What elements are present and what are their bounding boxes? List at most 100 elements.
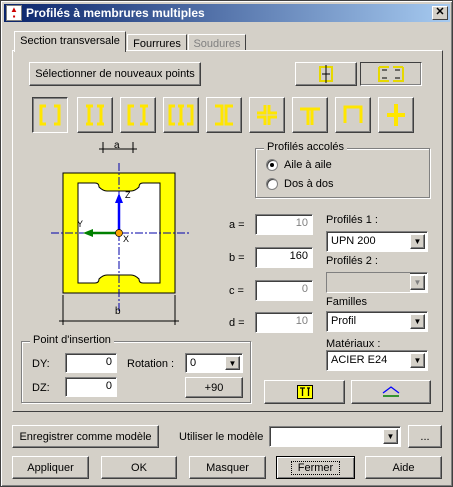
shape-cross-angles-button[interactable] [249,97,285,133]
materiaux-label: Matériaux : [326,338,381,350]
tab-label: Section transversale [20,35,120,47]
rotation-label: Rotation : [127,358,175,370]
dim-a-field[interactable]: 10 [255,214,313,235]
chevron-down-icon[interactable]: ▼ [410,353,425,368]
profils1-label: Profilés 1 : [326,214,378,226]
tab-panel: Sélectionner de nouveaux points a b Z Y … [12,50,443,412]
tab-fourrures[interactable]: Fourrures [127,34,187,50]
dim-b-field-label: b = [229,252,245,264]
shape-channel-i-channel-button[interactable] [163,97,199,133]
tab-section-transversale[interactable]: Section transversale [14,31,126,52]
i-beams-icon [86,104,104,126]
radio-dos-a-dos[interactable] [266,178,278,190]
profils1-select[interactable]: UPN 200 ▼ [326,231,428,252]
axis-z-label: Z [125,190,131,200]
model-select[interactable]: ▼ [269,426,401,447]
profils2-value [327,273,410,292]
dim-b-label: b [115,306,121,317]
shape-channels-face-to-face-button[interactable] [32,97,68,133]
dim-a-field-label: a = [229,219,245,231]
insertion-group: Point d'insertion DY: 0 Rotation : 0 ▼ D… [21,334,251,403]
apply-button[interactable]: Appliquer [12,456,89,479]
double-channel-button[interactable] [360,62,422,86]
axis-y-label: Y [77,219,84,229]
tab-label: Soudures [193,38,241,50]
profiles-accoles-legend: Profilés accolés [264,141,348,153]
single-channel-icon [319,65,333,83]
section-view-icon [382,386,400,397]
channels-face-to-face-icon [39,104,61,126]
dy-field[interactable]: 0 [65,353,117,373]
shape-cross-tee-button[interactable] [378,97,414,133]
plus90-button[interactable]: +90 [185,377,243,398]
angle-corner-icon [343,105,363,123]
app-icon: ▲ ▪ [6,5,22,21]
ok-button[interactable]: OK [101,456,177,479]
dim-c-field-label: c = [229,285,244,297]
profils2-select[interactable]: ▼ [326,272,428,293]
chevron-down-icon[interactable]: ▼ [410,234,425,249]
channels-back-to-back-icon [215,104,233,126]
familles-value: Profil [331,315,357,327]
channel-i-icon [127,104,148,126]
materiaux-select[interactable]: ACIER E24 ▼ [326,350,428,371]
close-button[interactable]: ✕ [432,6,448,20]
properties-table-button[interactable] [264,380,345,404]
shape-channel-i-button[interactable] [120,97,156,133]
cross-tee-icon [387,104,405,126]
axis-x-label: X [123,234,130,244]
cross-angles-icon [257,105,277,125]
shape-channels-back-to-back-button[interactable] [206,97,242,133]
dz-label: DZ: [32,382,50,394]
close-dialog-label: Fermer [290,460,341,475]
use-model-label: Utiliser le modèle [179,431,264,443]
single-channel-button[interactable] [295,62,357,86]
save-as-model-button[interactable]: Enregistrer comme modèle [12,425,159,448]
radio-dos-a-dos-label[interactable]: Dos à dos [284,178,334,190]
dim-c-field[interactable]: 0 [255,280,313,301]
select-points-button[interactable]: Sélectionner de nouveaux points [29,62,201,86]
tee-icon [300,107,320,125]
double-channel-icon [378,66,404,82]
dim-b-field[interactable]: 160 [255,247,313,268]
dy-label: DY: [32,358,50,370]
help-button[interactable]: Aide [365,456,442,479]
section-diagram [51,142,189,325]
tab-soudures[interactable]: Soudures [188,34,246,50]
dim-a-label: a [114,140,120,151]
rotation-select[interactable]: 0 ▼ [185,353,243,373]
title-bar[interactable]: ▲ ▪ Profilés à membrures multiples ✕ [4,4,450,22]
dz-field[interactable]: 0 [65,377,117,397]
save-as-model-label: Enregistrer comme modèle [19,430,152,443]
apply-label: Appliquer [27,461,74,474]
insertion-legend: Point d'insertion [30,334,114,346]
familles-label: Familles [326,296,367,308]
help-label: Aide [392,461,415,474]
close-dialog-button[interactable]: Fermer [276,456,355,479]
window-title: Profilés à membrures multiples [26,6,205,20]
radio-aile-a-aile-label[interactable]: Aile à aile [284,159,332,171]
shape-i-beams-button[interactable] [77,97,113,133]
shape-tee-button[interactable] [292,97,328,133]
properties-table-icon [296,385,313,399]
hide-button[interactable]: Masquer [189,456,266,479]
radio-aile-a-aile[interactable] [266,159,278,171]
chevron-down-icon[interactable]: ▼ [383,429,398,444]
profils1-value: UPN 200 [331,235,376,247]
dim-d-field[interactable]: 10 [255,312,313,333]
browse-model-button[interactable]: ... [408,425,442,448]
hide-label: Masquer [206,461,249,474]
chevron-down-icon[interactable]: ▼ [410,314,425,329]
section-view-button[interactable] [351,380,431,404]
dialog-window: ▲ ▪ Profilés à membrures multiples ✕ Sect… [0,0,453,487]
ok-label: OK [131,461,147,474]
chevron-down-icon[interactable]: ▼ [410,275,425,290]
model-value [270,427,383,446]
profiles-accoles-group: Profilés accolés Aile à aile Dos à dos [255,141,430,198]
familles-select[interactable]: Profil ▼ [326,311,428,332]
chevron-down-icon[interactable]: ▼ [225,356,240,370]
select-points-label: Sélectionner de nouveaux points [35,68,195,80]
shape-angle-corner-button[interactable] [335,97,371,133]
rotation-value: 0 [190,357,197,369]
plus90-label: +90 [204,381,224,394]
